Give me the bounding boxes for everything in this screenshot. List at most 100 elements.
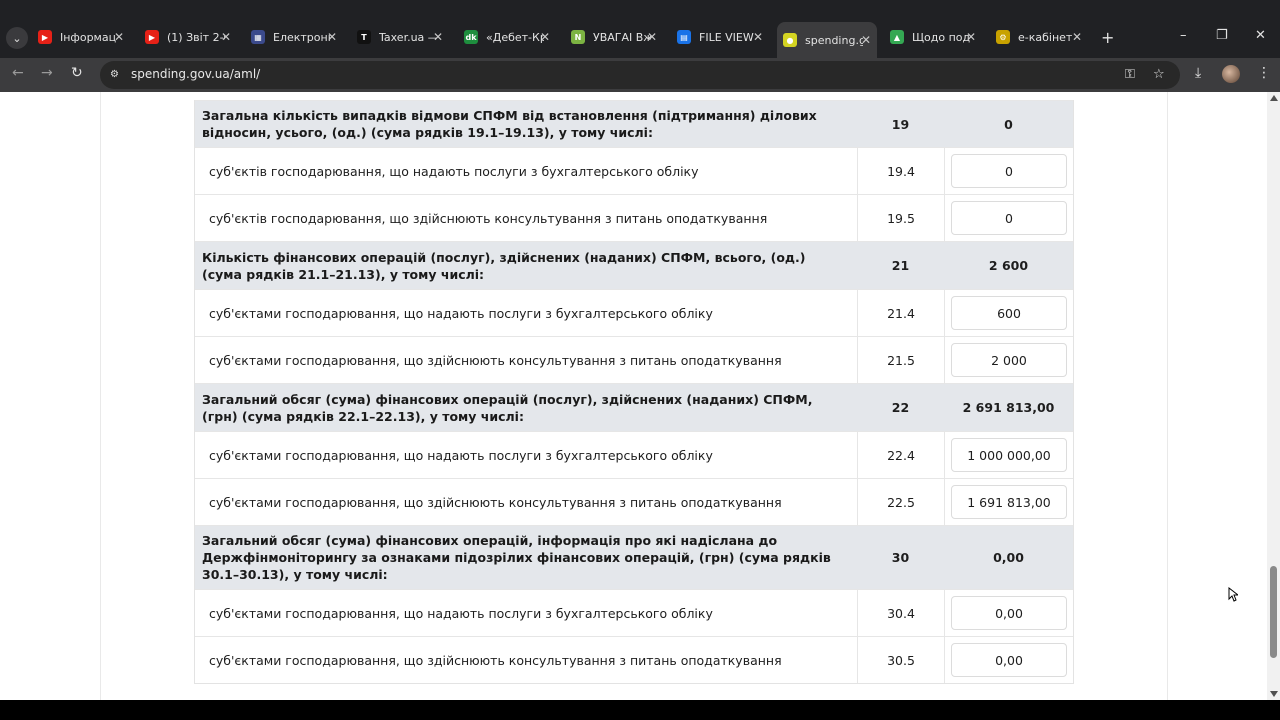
close-tab-icon[interactable]: ✕ [966, 30, 976, 44]
url-text[interactable]: spending.gov.ua/aml/ [131, 67, 260, 81]
tab-favicon-icon: ⚙ [996, 30, 1010, 44]
row-code: 22 [891, 400, 910, 415]
row-code: 19.4 [857, 148, 944, 194]
table-row: суб'єктами господарювання, що здійснюють… [195, 478, 1073, 525]
row-total-value: 2 600 [988, 258, 1029, 273]
close-tab-icon[interactable]: ✕ [861, 33, 871, 47]
table-total-row: Загальна кількість випадків відмови СПФМ… [195, 100, 1073, 147]
tab-title: «Дебет-Кр [486, 30, 544, 44]
plus-icon[interactable]: + [1101, 28, 1114, 47]
browser-tab[interactable]: ▤ FILE VIEW ✕ [677, 24, 769, 50]
row-total-value: 0,00 [993, 550, 1024, 565]
value-input[interactable]: 0 [951, 201, 1067, 235]
value-input[interactable]: 600 [951, 296, 1067, 330]
arrow-right-icon[interactable]: → [41, 65, 53, 81]
browser-toolbar: ← → ↻ ⚙ spending.gov.ua/aml/ ⚿ ☆ ⤓ ⋮ [0, 58, 1280, 92]
kebab-menu-icon[interactable]: ⋮ [1257, 65, 1271, 81]
key-icon[interactable]: ⚿ [1125, 67, 1135, 82]
table-row: суб'єктами господарювання, що надають по… [195, 289, 1073, 336]
tab-favicon-icon: ▦ [251, 30, 265, 44]
scrollbar-thumb[interactable] [1270, 566, 1277, 658]
close-tab-icon[interactable]: ✕ [647, 30, 657, 44]
browser-tab[interactable]: ● spending.g ✕ [777, 22, 877, 58]
row-value-cell: 1 000 000,00 [944, 432, 1073, 478]
table-total-row: Загальний обсяг (сума) фінансових операц… [195, 383, 1073, 431]
page-scrollbar[interactable] [1267, 92, 1280, 700]
row-label: Загальний обсяг (сума) фінансових операц… [202, 391, 813, 424]
page-content: Загальна кількість випадків відмови СПФМ… [0, 92, 1267, 700]
value-input[interactable]: 1 000 000,00 [951, 438, 1067, 472]
restore-icon[interactable]: ❐ [1216, 28, 1228, 43]
scroll-up-icon[interactable] [1270, 95, 1278, 101]
tab-favicon-icon: ▶ [38, 30, 52, 44]
browser-tab[interactable]: T Taxer.ua — ✕ [357, 24, 449, 50]
tab-title: FILE VIEW [699, 30, 754, 44]
chevron-down-icon[interactable]: ⌄ [6, 27, 28, 49]
download-icon[interactable]: ⤓ [1195, 65, 1201, 81]
row-label: суб'єктами господарювання, що здійснюють… [209, 494, 782, 510]
value-input[interactable]: 1 691 813,00 [951, 485, 1067, 519]
browser-tab[interactable]: ▲ Щодо под ✕ [890, 24, 982, 50]
tab-favicon-icon: ● [783, 33, 797, 47]
row-label: суб'єктами господарювання, що надають по… [209, 447, 713, 463]
row-code: 30.5 [857, 637, 944, 683]
browser-tab[interactable]: ▶ (1) Звіт 2-С ✕ [145, 24, 237, 50]
row-label: суб'єктами господарювання, що надають по… [209, 305, 713, 321]
close-window-icon[interactable]: ✕ [1255, 28, 1266, 43]
row-value-cell: 0 [944, 195, 1073, 241]
close-tab-icon[interactable]: ✕ [433, 30, 443, 44]
table-total-row: Загальний обсяг (сума) фінансових операц… [195, 525, 1073, 589]
minimize-icon[interactable]: – [1180, 28, 1187, 43]
tab-title: Щодо под [912, 30, 970, 44]
tab-favicon-icon: ▲ [890, 30, 904, 44]
star-icon[interactable]: ☆ [1153, 67, 1165, 82]
browser-tab[interactable]: dk «Дебет-Кр ✕ [464, 24, 556, 50]
table-row: суб'єктами господарювання, що здійснюють… [195, 636, 1073, 683]
address-bar[interactable]: ⚙ spending.gov.ua/aml/ ⚿ ☆ [100, 61, 1180, 89]
close-tab-icon[interactable]: ✕ [221, 30, 231, 44]
row-total-value: 0 [1004, 116, 1013, 132]
row-code: 30 [891, 550, 910, 565]
row-label: Загальний обсяг (сума) фінансових операц… [202, 533, 831, 582]
close-tab-icon[interactable]: ✕ [1072, 30, 1082, 44]
scroll-down-icon[interactable] [1270, 691, 1278, 697]
row-code: 30.4 [857, 590, 944, 636]
tab-title: Taxer.ua — [379, 30, 437, 44]
site-settings-icon[interactable]: ⚙ [110, 69, 122, 81]
tab-title: Інформац [60, 30, 117, 44]
avatar[interactable] [1222, 65, 1240, 83]
tab-favicon-icon: ▶ [145, 30, 159, 44]
value-input[interactable]: 0,00 [951, 643, 1067, 677]
row-label: суб'єктами господарювання, що здійснюють… [209, 652, 782, 668]
arrow-left-icon[interactable]: ← [12, 65, 24, 81]
report-table: Загальна кількість випадків відмови СПФМ… [194, 100, 1074, 684]
table-row: суб'єктів господарювання, що здійснюють … [195, 194, 1073, 241]
row-label: Загальна кількість випадків відмови СПФМ… [202, 108, 817, 140]
close-tab-icon[interactable]: ✕ [540, 30, 550, 44]
browser-tab[interactable]: ⚙ е-кабінет ✕ [996, 24, 1088, 50]
row-total-value: 2 691 813,00 [962, 400, 1055, 415]
table-total-row: Кількість фінансових операцій (послуг), … [195, 241, 1073, 289]
tab-title: spending.g [805, 33, 863, 47]
tab-strip: ⌄ ▶ Інформац ✕ ▶ (1) Звіт 2-С ✕ ▦ Електронн ✕ T Ta… [0, 0, 1280, 58]
close-tab-icon[interactable]: ✕ [114, 30, 124, 44]
browser-tab[interactable]: ▶ Інформац ✕ [38, 24, 130, 50]
row-value-cell: 0,00 [944, 637, 1073, 683]
close-tab-icon[interactable]: ✕ [753, 30, 763, 44]
browser-tab[interactable]: N УВАГАІ Вж ✕ [571, 24, 663, 50]
value-input[interactable]: 0,00 [951, 596, 1067, 630]
row-code: 19 [891, 116, 910, 132]
row-code: 19.5 [857, 195, 944, 241]
tab-favicon-icon: dk [464, 30, 478, 44]
row-label: суб'єктів господарювання, що здійснюють … [209, 210, 768, 226]
reload-icon[interactable]: ↻ [71, 65, 83, 81]
browser-tab[interactable]: ▦ Електронн ✕ [251, 24, 343, 50]
tab-favicon-icon: T [357, 30, 371, 44]
table-row: суб'єктами господарювання, що надають по… [195, 589, 1073, 636]
value-input[interactable]: 2 000 [951, 343, 1067, 377]
value-input[interactable]: 0 [951, 154, 1067, 188]
card-border-left [100, 92, 101, 700]
row-code: 22.5 [857, 479, 944, 525]
close-tab-icon[interactable]: ✕ [327, 30, 337, 44]
row-value-cell: 1 691 813,00 [944, 479, 1073, 525]
